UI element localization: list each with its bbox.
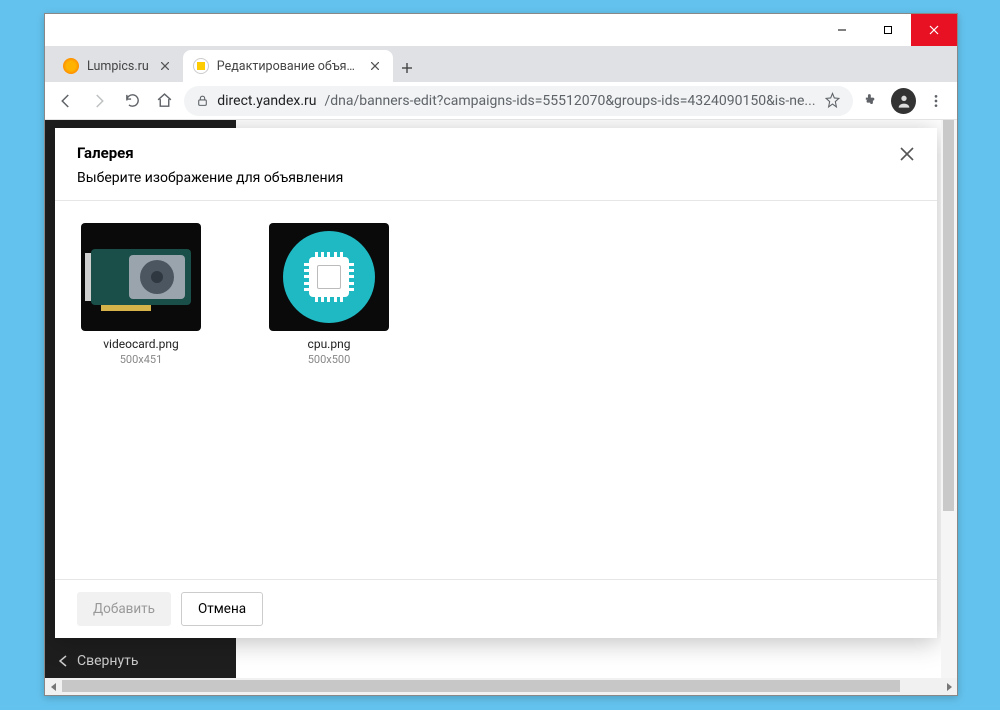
- tab-close-button[interactable]: [157, 58, 173, 74]
- close-icon: [900, 147, 914, 161]
- cancel-button[interactable]: Отмена: [181, 592, 263, 626]
- kebab-icon: [928, 93, 944, 109]
- scrollbar-thumb[interactable]: [62, 680, 900, 692]
- nav-back-button[interactable]: [53, 87, 80, 115]
- address-bar[interactable]: direct.yandex.ru/dna/banners-edit?campai…: [184, 86, 852, 116]
- gallery-item-cpu[interactable]: cpu.png 500x500: [265, 223, 393, 366]
- plus-icon: [401, 62, 413, 74]
- gallery-thumbnail: [269, 223, 389, 331]
- close-icon: [371, 62, 379, 70]
- chevron-left-icon: [59, 655, 67, 667]
- close-icon: [929, 25, 939, 35]
- star-icon[interactable]: [824, 92, 841, 109]
- arrow-left-icon: [57, 92, 75, 110]
- dialog-close-button[interactable]: [895, 142, 919, 166]
- user-icon: [896, 93, 912, 109]
- dialog-footer: Добавить Отмена: [55, 579, 937, 638]
- gallery-item-name: cpu.png: [265, 337, 393, 351]
- vertical-scrollbar[interactable]: [941, 120, 957, 678]
- dialog-header: Галерея Выберите изображение для объявле…: [55, 128, 937, 200]
- browser-toolbar: direct.yandex.ru/dna/banners-edit?campai…: [45, 82, 957, 120]
- gallery-item-name: videocard.png: [77, 337, 205, 351]
- new-tab-button[interactable]: [393, 54, 421, 82]
- address-path: /dna/banners-edit?campaigns-ids=55512070…: [324, 93, 815, 109]
- dialog-title: Галерея: [77, 144, 915, 162]
- extensions-button[interactable]: [859, 87, 886, 115]
- window-minimize-button[interactable]: [819, 14, 865, 46]
- tab-title: Lumpics.ru: [87, 59, 149, 74]
- lock-icon: [196, 94, 209, 107]
- gallery-dialog: Галерея Выберите изображение для объявле…: [55, 128, 937, 638]
- window-titlebar: [45, 14, 957, 46]
- nav-forward-button[interactable]: [86, 87, 113, 115]
- reload-icon: [124, 92, 141, 109]
- scroll-left-button[interactable]: [45, 678, 62, 695]
- puzzle-icon: [863, 92, 880, 109]
- scrollbar-track[interactable]: [62, 678, 940, 695]
- sidebar-collapse-button[interactable]: Свернуть: [45, 644, 236, 678]
- tab-title: Редактирование объявлений: [217, 59, 359, 74]
- browser-menu-button[interactable]: [922, 87, 949, 115]
- maximize-icon: [883, 25, 893, 35]
- add-button[interactable]: Добавить: [77, 592, 171, 626]
- gallery-item-videocard[interactable]: videocard.png 500x451: [77, 223, 205, 366]
- arrow-right-icon: [90, 92, 108, 110]
- window-close-button[interactable]: [911, 14, 957, 46]
- page-content: Кампании Пример кампании Пример группы С…: [45, 120, 957, 678]
- home-icon: [156, 92, 173, 109]
- favicon-icon: [193, 58, 209, 74]
- close-icon: [161, 62, 169, 70]
- window-maximize-button[interactable]: [865, 14, 911, 46]
- browser-window: Lumpics.ru Редактирование объявлений: [44, 13, 958, 696]
- gallery-item-dimensions: 500x451: [77, 353, 205, 366]
- scroll-right-button[interactable]: [940, 678, 957, 695]
- dialog-subtitle: Выберите изображение для объявления: [77, 170, 915, 186]
- favicon-icon: [63, 58, 79, 74]
- address-host: direct.yandex.ru: [217, 93, 316, 109]
- triangle-left-icon: [50, 683, 58, 691]
- scrollbar-thumb[interactable]: [943, 120, 954, 511]
- gallery-item-dimensions: 500x500: [265, 353, 393, 366]
- horizontal-scrollbar[interactable]: [45, 678, 957, 695]
- collapse-label: Свернуть: [77, 653, 138, 669]
- triangle-right-icon: [945, 683, 953, 691]
- profile-avatar[interactable]: [891, 88, 916, 114]
- browser-tab-2[interactable]: Редактирование объявлений: [183, 50, 393, 82]
- tab-close-button[interactable]: [367, 58, 383, 74]
- nav-reload-button[interactable]: [119, 87, 146, 115]
- nav-home-button[interactable]: [151, 87, 178, 115]
- minimize-icon: [837, 25, 847, 35]
- gallery-thumbnail: [81, 223, 201, 331]
- dialog-body: videocard.png 500x451 cpu.png 500x500: [55, 200, 937, 579]
- browser-tab-1[interactable]: Lumpics.ru: [53, 50, 183, 82]
- tab-strip: Lumpics.ru Редактирование объявлений: [45, 46, 957, 82]
